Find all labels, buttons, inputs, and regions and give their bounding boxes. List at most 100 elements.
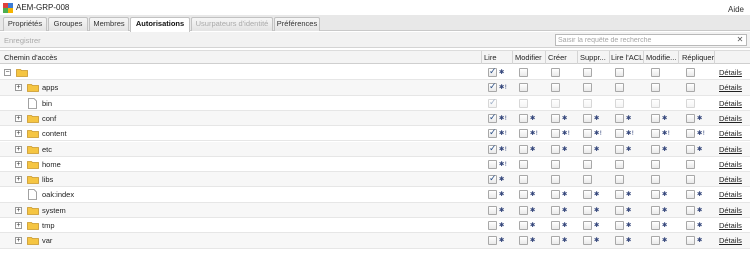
permission-checkbox-create[interactable] [551,144,560,154]
permission-checkbox-delete[interactable] [583,83,592,93]
expand-icon[interactable]: + [15,206,22,214]
details-link[interactable]: Détails [719,236,742,245]
permission-checkbox-modify[interactable] [519,190,528,200]
table-row[interactable]: + tmp ✱ ✱ ✱ ✱ ✱ ✱ ✱ Détails [0,218,750,234]
permission-checkbox-create[interactable] [551,113,560,123]
details-link[interactable]: Détails [719,129,742,138]
permission-checkbox-delete[interactable] [583,236,592,246]
expand-icon[interactable]: + [15,222,22,229]
permission-checkbox-delete[interactable] [583,190,592,200]
permission-checkbox-modify-acl[interactable] [651,83,660,93]
help-link[interactable]: Aide [728,5,744,14]
permission-checkbox-read[interactable] [488,190,497,200]
permission-checkbox-modify[interactable] [519,68,528,77]
permission-checkbox-read[interactable] [488,82,497,93]
permission-checkbox-modify-acl[interactable] [651,175,660,185]
permission-checkbox-modify[interactable] [519,144,528,154]
tab-groupes[interactable]: Groupes [48,17,88,31]
tab-proprietes[interactable]: Propriétés [3,17,47,31]
permission-checkbox-modify-acl[interactable] [651,190,660,200]
permission-checkbox-read[interactable] [488,174,497,185]
permission-checkbox-create[interactable] [551,129,560,139]
table-row[interactable]: bin Détails [0,96,750,111]
details-link[interactable]: Détails [719,114,742,123]
permission-checkbox-replicate[interactable] [686,190,695,200]
expand-icon[interactable]: + [15,130,22,138]
expand-icon[interactable]: + [15,114,22,122]
permission-checkbox-replicate[interactable] [686,83,695,93]
permission-checkbox-modify-acl[interactable] [651,205,660,215]
tab-membres[interactable]: Membres [89,17,129,31]
permission-checkbox-read[interactable] [488,221,497,230]
node-name[interactable]: var [42,236,52,245]
node-name[interactable]: bin [42,99,52,108]
node-name[interactable]: etc [42,145,52,154]
details-link[interactable]: Détails [719,145,742,154]
node-name[interactable]: conf [42,114,56,123]
permission-checkbox-read-acl[interactable] [615,221,624,230]
expand-icon[interactable]: + [15,84,22,92]
table-row[interactable]: + etc ✱! ✱ ✱ ✱ ✱ ✱ ✱ Détails [0,141,750,157]
permission-checkbox-delete[interactable] [583,221,592,230]
permission-checkbox-modify-acl[interactable] [651,236,660,246]
details-link[interactable]: Détails [719,190,742,199]
expand-icon[interactable]: + [15,237,22,245]
details-link[interactable]: Détails [719,206,742,215]
permission-checkbox-replicate[interactable] [686,68,695,77]
permission-checkbox-read-acl[interactable] [615,83,624,93]
clear-icon[interactable]: ✕ [736,36,744,44]
column-header-create[interactable]: Créer [548,53,567,62]
permission-checkbox-replicate[interactable] [686,144,695,154]
permission-checkbox-delete[interactable] [583,159,592,169]
permission-checkbox-modify[interactable] [519,113,528,123]
permission-checkbox-modify-acl[interactable] [651,159,660,169]
permission-checkbox-modify[interactable] [519,205,528,215]
permission-checkbox-read-acl[interactable] [615,113,624,123]
permission-checkbox-create[interactable] [551,83,560,93]
permission-checkbox-read-acl[interactable] [615,205,624,215]
permission-checkbox-modify[interactable] [519,236,528,246]
permission-checkbox-read-acl[interactable] [615,159,624,169]
permission-checkbox-delete[interactable] [583,113,592,123]
expand-icon[interactable]: + [15,145,22,153]
permission-checkbox-modify-acl[interactable] [651,113,660,123]
table-row[interactable]: + var ✱ ✱ ✱ ✱ ✱ ✱ ✱ Détails [0,233,750,249]
permission-checkbox-read[interactable] [488,113,497,123]
permission-checkbox-modify-acl[interactable] [651,129,660,139]
permission-checkbox-replicate[interactable] [686,175,695,185]
permission-checkbox-replicate[interactable] [686,236,695,246]
permission-checkbox-read-acl[interactable] [615,236,624,246]
permission-checkbox-modify-acl[interactable] [651,221,660,230]
details-link[interactable]: Détails [719,83,742,92]
column-header-delete[interactable]: Suppr... [580,53,606,62]
details-link[interactable]: Détails [719,221,742,230]
permission-checkbox-modify[interactable] [519,83,528,93]
permission-checkbox-replicate[interactable] [686,205,695,215]
permission-checkbox-read[interactable] [488,236,497,246]
permission-checkbox-modify-acl[interactable] [651,144,660,154]
permission-checkbox-create[interactable] [551,68,560,77]
column-header-modify[interactable]: Modifier [515,53,542,62]
node-name[interactable]: oak:index [42,190,74,199]
permission-checkbox-create[interactable] [551,221,560,230]
permission-checkbox-delete[interactable] [583,205,592,215]
permission-checkbox-read-acl[interactable] [615,144,624,154]
node-name[interactable]: libs [42,175,53,184]
details-link[interactable]: Détails [719,99,742,108]
table-row[interactable]: + content ✱! ✱! ✱! ✱! ✱! ✱! ✱! Détails [0,126,750,142]
permission-checkbox-read[interactable] [488,205,497,215]
permission-checkbox-delete[interactable] [583,175,592,185]
permission-checkbox-create[interactable] [551,159,560,169]
permission-checkbox-replicate[interactable] [686,159,695,169]
collapse-icon[interactable]: − [4,69,11,76]
column-header-path[interactable]: Chemin d'accès [4,53,57,62]
save-button[interactable]: Enregistrer [4,36,41,45]
node-name[interactable]: apps [42,83,58,92]
permission-checkbox-read[interactable] [488,144,497,154]
table-row[interactable]: + system ✱ ✱ ✱ ✱ ✱ ✱ ✱ Détails [0,202,750,218]
permission-checkbox-create[interactable] [551,175,560,185]
permission-checkbox-read-acl[interactable] [615,68,624,77]
expand-icon[interactable]: + [15,160,22,168]
table-row[interactable]: + apps ✱! Détails [0,80,750,96]
tab-autorisations[interactable]: Autorisations [130,17,190,32]
